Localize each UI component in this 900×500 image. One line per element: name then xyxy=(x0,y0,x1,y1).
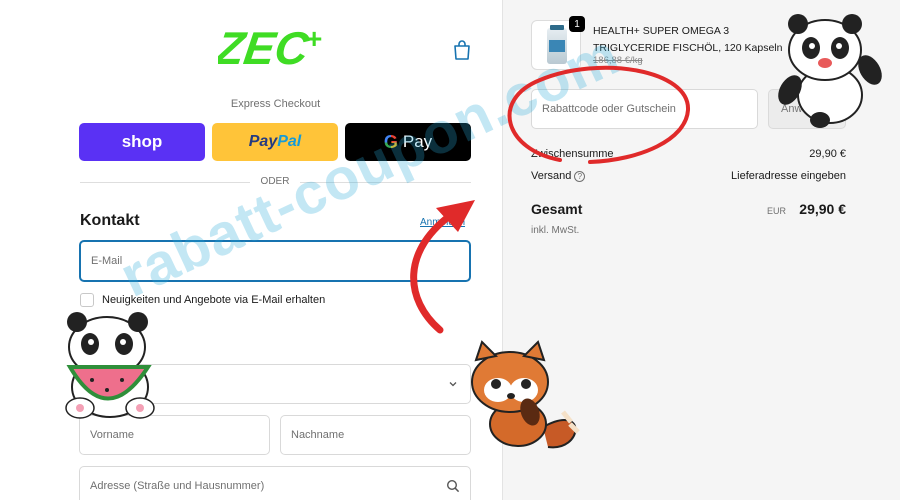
shipping-value: Lieferadresse eingeben xyxy=(731,170,846,182)
first-name-field[interactable]: Vorname xyxy=(79,415,270,455)
search-icon xyxy=(446,479,460,493)
shop-pay-button[interactable]: shop xyxy=(79,123,205,161)
login-link[interactable]: Anmelden xyxy=(420,217,465,228)
first-name-placeholder: Vorname xyxy=(90,429,135,441)
contact-heading: Kontakt xyxy=(80,212,140,229)
zec-logo: ZEC + xyxy=(218,22,322,72)
chevron-down-icon xyxy=(449,382,457,387)
address-placeholder: Adresse (Straße und Hausnummer) xyxy=(90,480,265,492)
svg-text:+: + xyxy=(306,23,322,54)
total-label: Gesamt xyxy=(531,201,583,217)
product-name-line1: HEALTH+ SUPER OMEGA 3 xyxy=(593,25,730,37)
shopping-bag-icon[interactable] xyxy=(452,39,472,61)
last-name-field[interactable]: Nachname xyxy=(280,415,471,455)
shipping-row: Versand? xyxy=(531,170,586,182)
country-select[interactable] xyxy=(79,364,471,404)
subtotal-label: Zwischensumme xyxy=(531,148,614,160)
shipping-label: Versand xyxy=(531,170,572,182)
tax-note: inkl. MwSt. xyxy=(531,225,580,236)
help-icon[interactable]: ? xyxy=(574,171,586,182)
product-name: HEALTH+ SUPER OMEGA 3 TRIGLYCERIDE FISCH… xyxy=(593,23,793,57)
apply-discount-button[interactable]: Anwenden xyxy=(768,89,846,129)
paypal-label-part2: Pal xyxy=(277,133,302,150)
paypal-label-part1: Pay xyxy=(248,133,278,150)
address-field[interactable]: Adresse (Straße und Hausnummer) xyxy=(79,466,471,500)
last-name-placeholder: Nachname xyxy=(291,429,345,441)
total-currency: EUR xyxy=(767,206,787,216)
subtotal-value: 29,90 € xyxy=(809,148,846,160)
shop-pay-label: shop xyxy=(121,132,163,151)
total-value: 29,90 € xyxy=(799,201,846,217)
newsletter-checkbox[interactable] xyxy=(80,293,94,307)
svg-text:ZEC: ZEC xyxy=(218,22,313,72)
